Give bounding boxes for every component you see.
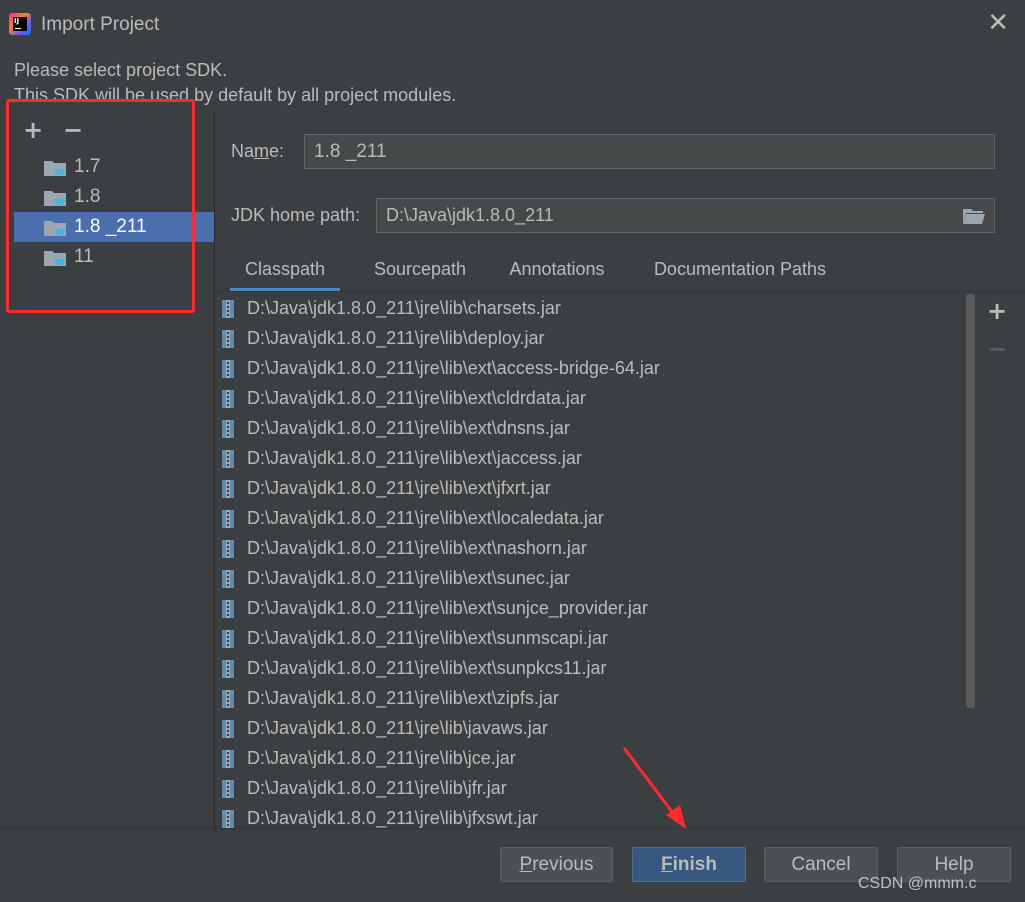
jar-archive-icon: [222, 330, 234, 348]
classpath-entry-path: D:\Java\jdk1.8.0_211\jre\lib\ext\cldrdat…: [247, 388, 586, 408]
jar-archive-icon: [222, 810, 234, 828]
sdk-list: 1.7 1.8 1.8 _211 11: [14, 152, 214, 272]
window-title: Import Project: [41, 14, 160, 35]
tab-classpath[interactable]: Classpath: [230, 250, 340, 292]
classpath-row[interactable]: D:\Java\jdk1.8.0_211\jre\lib\ext\sunec.j…: [216, 564, 961, 594]
classpath-entry-path: D:\Java\jdk1.8.0_211\jre\lib\ext\jaccess…: [247, 448, 582, 468]
add-classpath-button[interactable]: +: [986, 299, 1008, 323]
jar-archive-icon: [222, 600, 234, 618]
jar-archive-icon: [222, 390, 234, 408]
classpath-entry-path: D:\Java\jdk1.8.0_211\jre\lib\ext\dnsns.j…: [247, 418, 570, 438]
jar-archive-icon: [222, 300, 234, 318]
classpath-entry-path: D:\Java\jdk1.8.0_211\jre\lib\jfr.jar: [247, 778, 507, 798]
classpath-entry-path: D:\Java\jdk1.8.0_211\jre\lib\deploy.jar: [247, 328, 545, 348]
classpath-entry-path: D:\Java\jdk1.8.0_211\jre\lib\jfxswt.jar: [247, 808, 538, 828]
classpath-row[interactable]: D:\Java\jdk1.8.0_211\jre\lib\ext\sunpkcs…: [216, 654, 961, 684]
sdk-list-item[interactable]: 1.8: [14, 182, 214, 212]
sdk-list-item-label: 11: [74, 246, 94, 267]
classpath-list[interactable]: D:\Java\jdk1.8.0_211\jre\lib\charsets.ja…: [216, 292, 978, 829]
tab-annotations[interactable]: Annotations: [496, 250, 618, 292]
footer-divider: [0, 828, 1025, 829]
jdk-home-path-label: JDK home path:: [231, 205, 361, 225]
classpath-entry-path: D:\Java\jdk1.8.0_211\jre\lib\ext\sunmsca…: [247, 628, 608, 648]
jar-archive-icon: [222, 480, 234, 498]
classpath-row[interactable]: D:\Java\jdk1.8.0_211\jre\lib\deploy.jar: [216, 324, 961, 354]
sdk-list-item[interactable]: 1.8 _211: [14, 212, 214, 242]
sdk-list-item-label: 1.8 _211: [74, 216, 147, 237]
classpath-entry-path: D:\Java\jdk1.8.0_211\jre\lib\ext\access-…: [247, 358, 660, 378]
classpath-row[interactable]: D:\Java\jdk1.8.0_211\jre\lib\ext\sunmsca…: [216, 624, 961, 654]
classpath-row[interactable]: D:\Java\jdk1.8.0_211\jre\lib\ext\dnsns.j…: [216, 414, 961, 444]
sdk-name-input[interactable]: [304, 134, 995, 169]
classpath-row[interactable]: D:\Java\jdk1.8.0_211\jre\lib\ext\jfxrt.j…: [216, 474, 961, 504]
jar-archive-icon: [222, 570, 234, 588]
jdk-folder-icon: [44, 251, 66, 266]
classpath-row[interactable]: D:\Java\jdk1.8.0_211\jre\lib\jfr.jar: [216, 774, 961, 804]
classpath-scrollbar-thumb[interactable]: [966, 294, 975, 708]
classpath-entry-path: D:\Java\jdk1.8.0_211\jre\lib\charsets.ja…: [247, 298, 561, 318]
tab-documentation-paths[interactable]: Documentation Paths: [638, 250, 842, 292]
classpath-row[interactable]: D:\Java\jdk1.8.0_211\jre\lib\ext\localed…: [216, 504, 961, 534]
remove-classpath-button[interactable]: −: [986, 337, 1008, 361]
classpath-entry-path: D:\Java\jdk1.8.0_211\jre\lib\ext\zipfs.j…: [247, 688, 559, 708]
jdk-folder-icon: [44, 191, 66, 206]
classpath-entry-path: D:\Java\jdk1.8.0_211\jre\lib\ext\jfxrt.j…: [247, 478, 551, 498]
classpath-row[interactable]: D:\Java\jdk1.8.0_211\jre\lib\ext\sunjce_…: [216, 594, 961, 624]
classpath-row[interactable]: D:\Java\jdk1.8.0_211\jre\lib\jce.jar: [216, 744, 961, 774]
classpath-entry-path: D:\Java\jdk1.8.0_211\jre\lib\ext\nashorn…: [247, 538, 587, 558]
jar-archive-icon: [222, 540, 234, 558]
sdk-list-item-label: 1.7: [74, 156, 101, 177]
classpath-entry-path: D:\Java\jdk1.8.0_211\jre\lib\ext\sunjce_…: [247, 598, 648, 618]
jar-archive-icon: [222, 750, 234, 768]
jar-archive-icon: [222, 720, 234, 738]
classpath-row[interactable]: D:\Java\jdk1.8.0_211\jre\lib\charsets.ja…: [216, 294, 961, 324]
classpath-entry-path: D:\Java\jdk1.8.0_211\jre\lib\javaws.jar: [247, 718, 548, 738]
classpath-row[interactable]: D:\Java\jdk1.8.0_211\jre\lib\jfxswt.jar: [216, 804, 961, 829]
jar-archive-icon: [222, 420, 234, 438]
jar-archive-icon: [222, 510, 234, 528]
classpath-row[interactable]: D:\Java\jdk1.8.0_211\jre\lib\ext\access-…: [216, 354, 961, 384]
sdk-list-item-label: 1.8: [74, 186, 101, 207]
remove-sdk-button[interactable]: −: [62, 118, 84, 142]
sdk-list-item[interactable]: 11: [14, 242, 214, 272]
jar-archive-icon: [222, 780, 234, 798]
jar-archive-icon: [222, 660, 234, 678]
sdk-list-item[interactable]: 1.7: [14, 152, 214, 182]
jar-archive-icon: [222, 630, 234, 648]
panel-divider: [214, 112, 215, 832]
classpath-row[interactable]: D:\Java\jdk1.8.0_211\jre\lib\ext\nashorn…: [216, 534, 961, 564]
jdk-folder-icon: [44, 221, 66, 236]
open-folder-icon[interactable]: [962, 207, 986, 225]
sdk-list-panel: + − 1.7 1.8 1.8 _211 11: [0, 112, 214, 832]
name-label: Name:: [231, 141, 285, 161]
classpath-entry-path: D:\Java\jdk1.8.0_211\jre\lib\ext\localed…: [247, 508, 604, 528]
classpath-row[interactable]: D:\Java\jdk1.8.0_211\jre\lib\ext\cldrdat…: [216, 384, 961, 414]
description-line-2: This SDK will be used by default by all …: [14, 85, 457, 105]
jdk-home-path-input[interactable]: [376, 198, 995, 233]
tab-sourcepath[interactable]: Sourcepath: [360, 250, 480, 292]
jdk-folder-icon: [44, 161, 66, 176]
close-icon[interactable]: ✕: [987, 10, 1009, 36]
description-line-1: Please select project SDK.: [14, 60, 228, 80]
add-sdk-button[interactable]: +: [22, 118, 44, 142]
previous-button[interactable]: Previous: [500, 847, 613, 882]
finish-button[interactable]: Finish: [632, 847, 746, 882]
jar-archive-icon: [222, 690, 234, 708]
watermark: CSDN @mmm.c: [858, 875, 977, 892]
classpath-row[interactable]: D:\Java\jdk1.8.0_211\jre\lib\javaws.jar: [216, 714, 961, 744]
jar-archive-icon: [222, 360, 234, 378]
classpath-row[interactable]: D:\Java\jdk1.8.0_211\jre\lib\ext\zipfs.j…: [216, 684, 961, 714]
classpath-row[interactable]: D:\Java\jdk1.8.0_211\jre\lib\ext\jaccess…: [216, 444, 961, 474]
intellij-idea-icon: IJ: [9, 13, 31, 35]
classpath-entry-path: D:\Java\jdk1.8.0_211\jre\lib\jce.jar: [247, 748, 516, 768]
classpath-entry-path: D:\Java\jdk1.8.0_211\jre\lib\ext\sunec.j…: [247, 568, 570, 588]
classpath-entry-path: D:\Java\jdk1.8.0_211\jre\lib\ext\sunpkcs…: [247, 658, 607, 678]
jar-archive-icon: [222, 450, 234, 468]
title-bar: IJ Import Project ✕: [0, 0, 1025, 50]
